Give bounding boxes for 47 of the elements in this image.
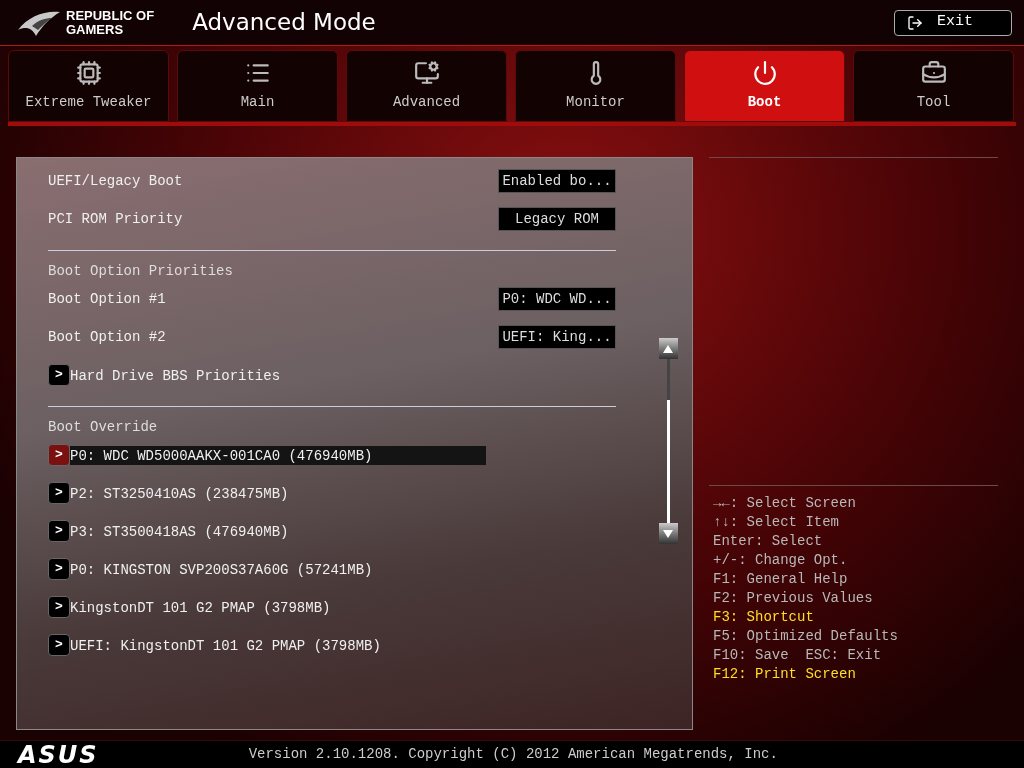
scroll-up-icon: [658, 338, 678, 359]
help-hint: +/-: Change Opt.: [713, 551, 849, 570]
submenu-item[interactable]: Hard Drive BBS Priorities: [70, 365, 486, 385]
help-hint: F12: Print Screen: [713, 665, 857, 684]
help-hint: F1: General Help: [713, 570, 849, 589]
nav-tab[interactable]: Monitor: [515, 50, 676, 122]
setting-value-button[interactable]: UEFI: King...: [498, 325, 616, 349]
setting-label: Boot Option #2: [48, 327, 166, 347]
setting-value-button[interactable]: Enabled bo...: [498, 169, 616, 193]
help-hint: F10: Save ESC: Exit: [713, 646, 883, 665]
scrollbar[interactable]: [658, 338, 678, 544]
page-title: Advanced Mode: [192, 8, 376, 38]
submenu-item[interactable]: KingstonDT 101 G2 PMAP (3798MB): [70, 597, 486, 617]
power-icon: [751, 59, 778, 86]
toolbox-icon: [920, 59, 947, 86]
exit-button[interactable]: Exit: [894, 9, 1012, 36]
setting-value-button[interactable]: Legacy ROM: [498, 207, 616, 231]
chip-icon: [75, 59, 102, 86]
help-hint: F5: Optimized Defaults: [713, 627, 899, 646]
nav-tab[interactable]: Extreme Tweaker: [8, 50, 169, 122]
brand-name: GAMERS: [66, 22, 125, 37]
nav-tab[interactable]: Tool: [853, 50, 1014, 122]
submenu-item[interactable]: UEFI: KingstonDT 101 G2 PMAP (3798MB): [70, 635, 486, 655]
help-hint: ↑↓: Select Item: [713, 513, 841, 532]
scroll-down-icon: [658, 523, 678, 544]
setting-label: UEFI/Legacy Boot: [48, 171, 183, 191]
setting-value-button[interactable]: P0: WDC WD...: [498, 287, 616, 311]
submenu-item[interactable]: P0: WDC WD5000AAKX-001CA0 (476940MB): [70, 445, 486, 465]
setting-label: PCI ROM Priority: [48, 209, 183, 229]
submenu-item[interactable]: P0: KINGSTON SVP200S37A60G (57241MB): [70, 559, 486, 579]
nav-tab[interactable]: Main: [177, 50, 338, 122]
monitor-icon: [413, 59, 440, 86]
help-hint: F2: Previous Values: [713, 589, 874, 608]
brand-logo: ASUS: [18, 741, 99, 768]
nav-tab[interactable]: Boot: [684, 50, 845, 122]
help-hint: Enter: Select: [713, 532, 824, 551]
exit-icon: [907, 14, 923, 31]
nav-tab[interactable]: Advanced: [346, 50, 507, 122]
submenu-item[interactable]: P3: ST3500418AS (476940MB): [70, 521, 486, 541]
help-hint: →←: Select Screen: [713, 494, 857, 513]
brand-name: REPUBLIC OF: [66, 8, 155, 23]
section-heading: Boot Override: [48, 419, 158, 435]
section-heading: Boot Option Priorities: [48, 263, 233, 279]
setting-label: Boot Option #1: [48, 289, 166, 309]
help-hint: F3: Shortcut: [713, 608, 815, 627]
submenu-item[interactable]: P2: ST3250410AS (238475MB): [70, 483, 486, 503]
version-text: Version 2.10.1208. Copyright (C) 2012 American Megatrends, Inc.: [248, 745, 778, 764]
